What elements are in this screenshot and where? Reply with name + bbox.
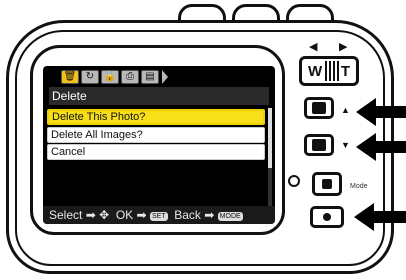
trash-icon[interactable]: 🗑 bbox=[61, 70, 79, 84]
set-button-icon: SET bbox=[149, 212, 168, 221]
mode-label: Mode bbox=[350, 183, 368, 190]
up-button-icon bbox=[312, 102, 326, 114]
mode-button-core-icon bbox=[322, 179, 332, 189]
mode-button-icon: MODE bbox=[217, 212, 243, 221]
indicator-dot bbox=[288, 175, 300, 187]
hint-back-arrow-icon: ➡ bbox=[204, 208, 215, 222]
hint-select-arrow-icon: ➡ bbox=[85, 208, 96, 222]
up-triangle-icon: ▲ bbox=[341, 105, 350, 115]
button-hint-bar: Select ➡ ✥ OK ➡ SET Back ➡ MODE bbox=[43, 206, 275, 224]
rotate-glyph: ↻ bbox=[85, 71, 95, 82]
lock-glyph: 🔒 bbox=[103, 71, 117, 82]
trash-glyph: 🗑 bbox=[63, 71, 77, 82]
rotate-icon[interactable]: ↻ bbox=[81, 70, 99, 84]
set-button-core-icon bbox=[323, 213, 331, 221]
lcd-screen: 🗑 ↻ 🔒 ⎙ ▤ Delete Delete This Photo? Dele… bbox=[43, 66, 275, 224]
menu-item-cancel[interactable]: Cancel bbox=[47, 144, 265, 160]
menu-item-delete-this-photo[interactable]: Delete This Photo? bbox=[47, 109, 265, 125]
hint-back: Back bbox=[174, 208, 201, 222]
zoom-right-arrow-icon: ▶ bbox=[339, 41, 348, 53]
zoom-tele-label[interactable]: T bbox=[341, 63, 350, 80]
menu-item-delete-all-images[interactable]: Delete All Images? bbox=[47, 127, 265, 143]
menu-title: Delete bbox=[49, 87, 269, 105]
hint-select: Select bbox=[49, 208, 83, 222]
zoom-left-arrow-icon: ◀ bbox=[309, 41, 318, 53]
tab-more-arrow-icon bbox=[162, 70, 168, 84]
zoom-rocker[interactable]: W T bbox=[299, 56, 359, 86]
slideshow-glyph: ▤ bbox=[145, 71, 155, 82]
print-icon[interactable]: ⎙ bbox=[121, 70, 139, 84]
menu-scrollbar[interactable] bbox=[268, 108, 272, 206]
hint-ok: OK bbox=[115, 208, 134, 222]
zoom-wide-label[interactable]: W bbox=[308, 63, 322, 80]
mode-button[interactable] bbox=[312, 172, 342, 196]
up-button[interactable] bbox=[304, 97, 334, 119]
menu-scrollbar-thumb[interactable] bbox=[268, 108, 272, 168]
zoom-rocker-grip bbox=[324, 61, 339, 81]
down-button[interactable] bbox=[304, 134, 334, 156]
down-triangle-icon: ▼ bbox=[341, 140, 350, 150]
zoom-direction-arrows: ◀ ▶ bbox=[303, 40, 363, 56]
dpad-icon: ✥ bbox=[99, 208, 110, 222]
lock-icon[interactable]: 🔒 bbox=[101, 70, 119, 84]
down-button-icon bbox=[312, 139, 326, 151]
slideshow-icon[interactable]: ▤ bbox=[141, 70, 159, 84]
menu-tabs: 🗑 ↻ 🔒 ⎙ ▤ bbox=[61, 70, 168, 84]
hint-ok-arrow-icon: ➡ bbox=[136, 208, 147, 222]
set-button[interactable] bbox=[310, 206, 344, 228]
print-glyph: ⎙ bbox=[126, 71, 134, 82]
